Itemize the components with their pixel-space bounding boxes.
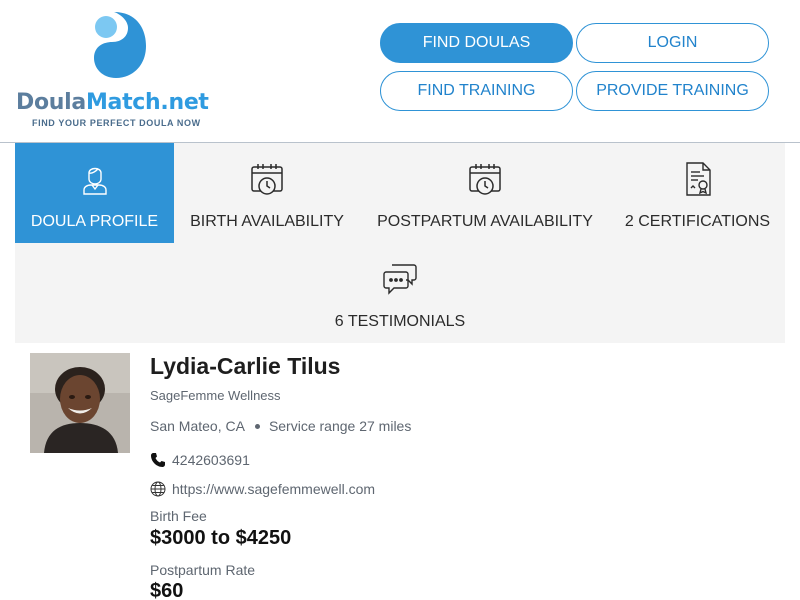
tab-label: 6 TESTIMONIALS xyxy=(334,313,466,330)
yin-yang-drop-icon xyxy=(94,12,146,78)
tab-label: 2 CERTIFICATIONS xyxy=(624,213,771,230)
location-line: San Mateo, CA Service range 27 miles xyxy=(150,418,411,434)
birth-fee-value: $3000 to $4250 xyxy=(150,527,292,549)
profile-photo xyxy=(30,353,130,453)
birth-fee-label: Birth Fee xyxy=(150,508,207,524)
doula-person-icon xyxy=(82,167,107,195)
tab-birth-availability[interactable]: BIRTH AVAILABILITY xyxy=(174,143,360,243)
postpartum-rate-label: Postpartum Rate xyxy=(150,562,256,578)
doula-location: San Mateo, CA xyxy=(150,418,245,434)
certificate-icon xyxy=(685,162,711,196)
phone-number[interactable]: 4242603691 xyxy=(172,452,250,468)
service-range: Service range 27 miles xyxy=(268,418,412,434)
logo-word-2: Match.net xyxy=(85,90,209,115)
tab-postpartum-availability[interactable]: POSTPARTUM AVAILABILITY xyxy=(360,143,610,243)
tab-label: POSTPARTUM AVAILABILITY xyxy=(377,213,593,230)
chat-bubbles-icon xyxy=(383,264,417,295)
find-training-button[interactable]: FIND TRAINING xyxy=(380,71,573,111)
logo-wordmark: DoulaMatch.net xyxy=(16,90,209,115)
postpartum-rate-value: $60 xyxy=(150,580,184,600)
tab-label: DOULA PROFILE xyxy=(30,213,159,230)
doula-organization: SageFemme Wellness xyxy=(150,388,281,403)
site-header: DoulaMatch.net FIND YOUR PERFECT DOULA N… xyxy=(0,0,800,143)
globe-icon xyxy=(150,481,166,497)
tab-label: BIRTH AVAILABILITY xyxy=(190,213,344,230)
avatar xyxy=(30,353,130,453)
website-link[interactable]: https://www.sagefemmewell.com xyxy=(172,481,375,497)
phone-line: 4242603691 xyxy=(150,452,250,468)
profile-tabs: DOULA PROFILE BIRTH AVAILABILITY POSTPAR… xyxy=(15,143,785,343)
tab-certifications[interactable]: 2 CERTIFICATIONS xyxy=(610,143,785,243)
doula-name: Lydia-Carlie Tilus xyxy=(150,353,341,379)
tab-doula-profile[interactable]: DOULA PROFILE xyxy=(15,143,174,243)
calendar-clock-icon xyxy=(251,164,283,195)
website-line: https://www.sagefemmewell.com xyxy=(150,481,375,497)
phone-icon xyxy=(151,453,165,467)
calendar-clock-icon xyxy=(469,164,501,195)
logo-tagline: FIND YOUR PERFECT DOULA NOW xyxy=(32,118,201,128)
logo-word-1: Doula xyxy=(16,90,86,115)
provide-training-button[interactable]: PROVIDE TRAINING xyxy=(576,71,769,111)
site-logo[interactable]: DoulaMatch.net FIND YOUR PERFECT DOULA N… xyxy=(14,10,224,132)
login-button[interactable]: LOGIN xyxy=(576,23,769,63)
find-doulas-button[interactable]: FIND DOULAS xyxy=(380,23,573,63)
bullet-separator xyxy=(254,423,260,429)
tab-testimonials[interactable]: 6 TESTIMONIALS xyxy=(315,243,485,343)
